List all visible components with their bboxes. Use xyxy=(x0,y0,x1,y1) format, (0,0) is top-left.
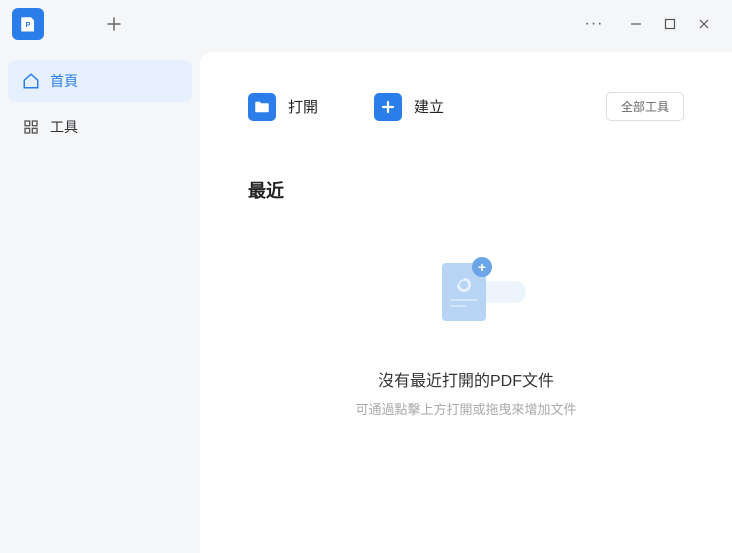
plus-icon xyxy=(107,17,121,31)
pdf-symbol-icon xyxy=(452,277,476,295)
window-controls: ··· xyxy=(578,8,720,40)
new-tab-button[interactable] xyxy=(100,10,128,38)
empty-illustration xyxy=(406,263,526,343)
sidebar-item-tools[interactable]: 工具 xyxy=(8,106,192,148)
create-button[interactable]: 建立 xyxy=(374,93,444,121)
maximize-icon xyxy=(664,18,676,30)
close-icon xyxy=(698,18,710,30)
create-label: 建立 xyxy=(414,96,444,117)
open-label: 打開 xyxy=(288,96,318,117)
folder-icon xyxy=(248,93,276,121)
minimize-icon xyxy=(630,18,642,30)
recent-title: 最近 xyxy=(248,177,684,203)
doc-lines xyxy=(450,299,478,311)
sidebar-item-label: 工具 xyxy=(50,117,78,137)
all-tools-button[interactable]: 全部工具 xyxy=(606,92,684,121)
empty-state: 沒有最近打開的PDF文件 可通過點擊上方打開或拖曳來增加文件 xyxy=(248,263,684,418)
document-shape xyxy=(442,263,486,321)
titlebar: P ··· xyxy=(0,0,732,48)
maximize-button[interactable] xyxy=(654,8,686,40)
plus-square-icon xyxy=(374,93,402,121)
empty-title: 沒有最近打開的PDF文件 xyxy=(378,367,554,391)
sidebar-item-home[interactable]: 首頁 xyxy=(8,60,192,102)
home-icon xyxy=(22,72,40,90)
sidebar: 首頁 工具 xyxy=(0,48,200,553)
sidebar-item-label: 首頁 xyxy=(50,71,78,91)
main-area: 首頁 工具 打開 xyxy=(0,48,732,553)
svg-text:P: P xyxy=(25,20,30,29)
add-badge-icon xyxy=(472,257,492,277)
grid-icon xyxy=(22,118,40,136)
pdf-logo-icon: P xyxy=(19,15,37,33)
app-logo: P xyxy=(12,8,44,40)
close-button[interactable] xyxy=(688,8,720,40)
content-area: 打開 建立 全部工具 最近 xyxy=(200,52,732,553)
minimize-button[interactable] xyxy=(620,8,652,40)
empty-subtitle: 可通過點擊上方打開或拖曳來增加文件 xyxy=(355,399,576,418)
open-button[interactable]: 打開 xyxy=(248,93,318,121)
more-menu-button[interactable]: ··· xyxy=(578,8,610,40)
action-row: 打開 建立 全部工具 xyxy=(248,92,684,121)
